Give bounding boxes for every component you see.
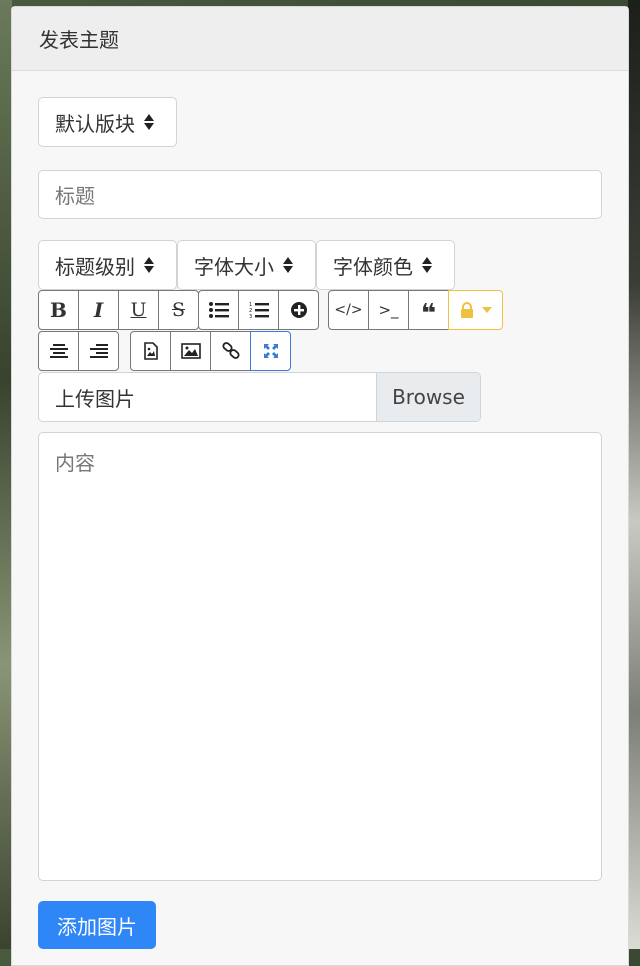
fullscreen-icon	[263, 344, 278, 358]
ordered-list-button[interactable]: 1 2 3	[238, 290, 279, 330]
strikethrough-icon: S	[171, 299, 186, 321]
image-button[interactable]	[170, 331, 211, 371]
terminal-icon: >_	[378, 301, 399, 319]
lock-icon	[460, 302, 473, 318]
svg-text:3: 3	[249, 314, 252, 319]
link-icon	[221, 342, 240, 359]
code-button[interactable]: </>	[328, 290, 369, 330]
forum-select[interactable]: 默认版块	[38, 97, 177, 147]
font-color-label: 字体颜色	[333, 254, 413, 279]
title-placeholder: 标题	[55, 184, 95, 208]
align-right-icon	[89, 344, 108, 358]
align-group	[38, 331, 119, 371]
title-input[interactable]: 标题	[38, 170, 602, 219]
unordered-list-button[interactable]	[198, 290, 239, 330]
file-image-button[interactable]	[130, 331, 171, 371]
forum-select-label: 默认版块	[55, 111, 135, 136]
link-button[interactable]	[210, 331, 251, 371]
caret-down-icon	[481, 307, 492, 313]
font-color-select[interactable]: 字体颜色	[316, 240, 455, 290]
add-button[interactable]	[278, 290, 319, 330]
unordered-list-icon	[208, 302, 229, 318]
content-placeholder: 内容	[55, 451, 95, 475]
add-circle-icon	[290, 302, 307, 318]
ordered-list-icon: 1 2 3	[249, 302, 269, 319]
italic-button[interactable]: I	[78, 290, 119, 330]
sort-updown-icon	[144, 256, 154, 274]
sort-updown-icon	[144, 113, 154, 131]
sort-updown-icon	[283, 256, 293, 274]
add-image-button[interactable]: 添加图片	[38, 901, 156, 949]
image-icon	[180, 343, 201, 359]
fullscreen-button[interactable]	[250, 331, 291, 371]
upload-label: 上传图片	[55, 386, 135, 411]
align-right-button[interactable]	[78, 331, 119, 371]
italic-icon: I	[93, 298, 104, 322]
text-style-group: B I U S	[38, 290, 199, 330]
underline-button[interactable]: U	[118, 290, 159, 330]
file-image-icon	[143, 342, 158, 360]
strikethrough-button[interactable]: S	[158, 290, 199, 330]
add-image-label: 添加图片	[57, 914, 137, 939]
list-group: 1 2 3	[198, 290, 319, 330]
font-size-select[interactable]: 字体大小	[177, 240, 316, 290]
background-right	[628, 0, 640, 949]
bold-icon: B	[50, 298, 67, 322]
align-center-button[interactable]	[38, 331, 79, 371]
insert-group: </> >_ ❝	[328, 290, 503, 330]
browse-button[interactable]: Browse	[376, 373, 480, 421]
heading-level-select[interactable]: 标题级别	[38, 240, 177, 290]
bold-button[interactable]: B	[38, 290, 79, 330]
quote-icon: ❝	[420, 299, 437, 329]
underline-icon: U	[130, 299, 147, 321]
lock-dropdown-button[interactable]	[448, 290, 503, 330]
image-upload-field[interactable]: 上传图片 Browse	[38, 372, 481, 422]
card-header: 发表主题	[12, 7, 628, 71]
sort-updown-icon	[422, 256, 432, 274]
terminal-button[interactable]: >_	[368, 290, 409, 330]
page-title: 发表主题	[39, 28, 119, 52]
heading-level-label: 标题级别	[55, 254, 135, 279]
font-size-label: 字体大小	[194, 254, 274, 279]
media-group	[130, 331, 291, 371]
align-center-icon	[49, 344, 68, 358]
content-textarea[interactable]: 内容	[38, 432, 602, 881]
code-icon: </>	[334, 302, 363, 318]
quote-button[interactable]: ❝	[408, 290, 449, 330]
